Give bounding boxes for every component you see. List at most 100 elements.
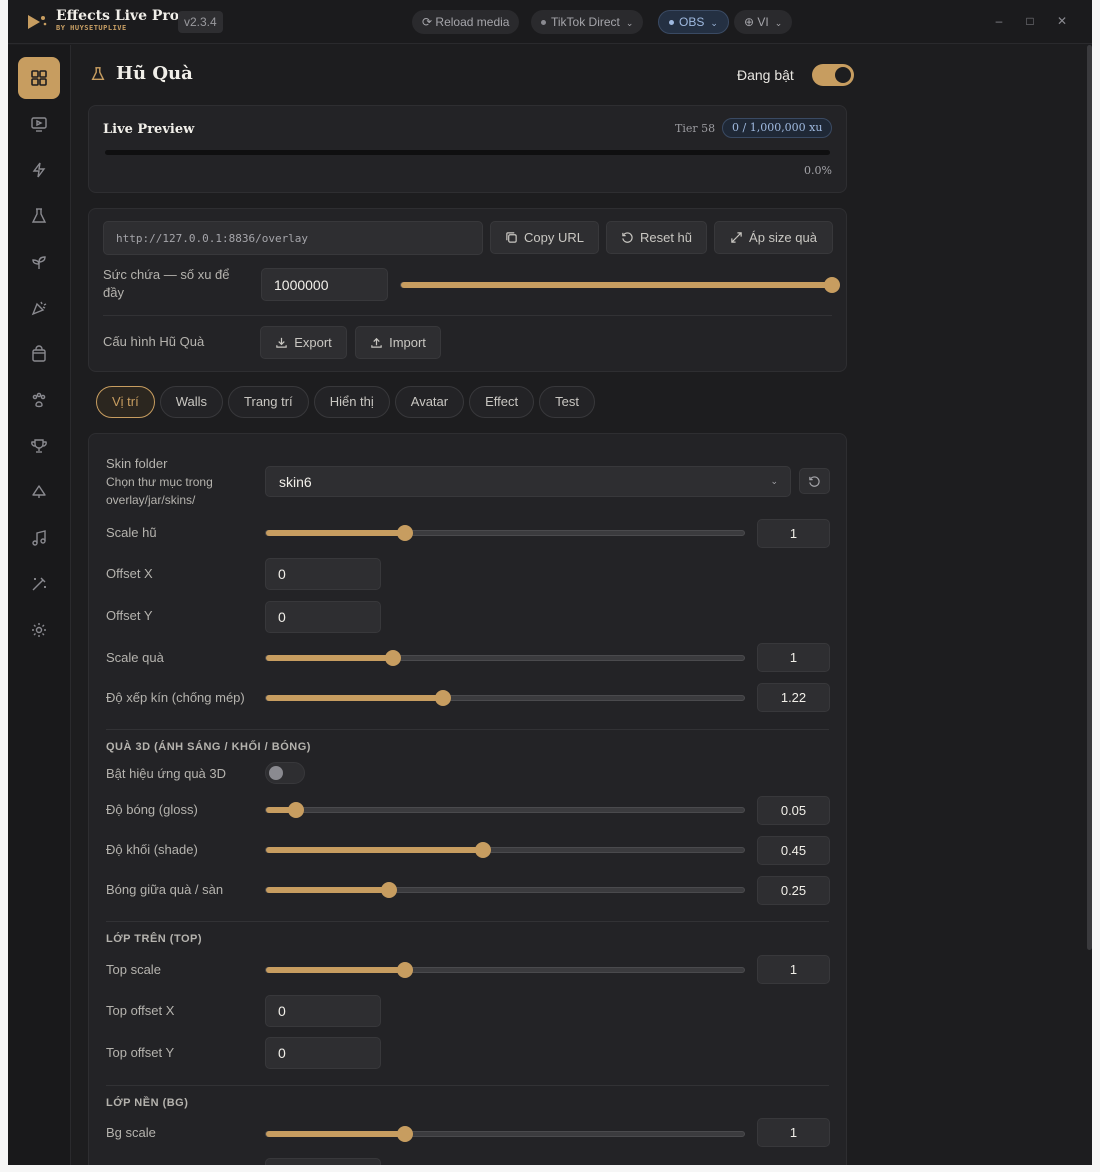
enabled-toggle[interactable]	[812, 64, 854, 86]
config-card: http://127.0.0.1:8836/overlay Copy URL R…	[88, 208, 847, 372]
export-label: Export	[294, 335, 332, 350]
nav-grow[interactable]	[18, 241, 60, 283]
flask-icon	[91, 66, 105, 80]
bg-layer-section-title: LỚP NỀN (BG)	[106, 1097, 189, 1109]
nav-settings[interactable]	[18, 609, 60, 651]
reload-media-button[interactable]: ⟳ Reload media	[412, 10, 520, 34]
scale-gift-value[interactable]: 1	[757, 643, 830, 672]
scrollbar[interactable]	[1087, 45, 1092, 950]
pack-density-slider[interactable]	[265, 690, 745, 706]
skin-folder-select[interactable]: skin6 ⌄	[265, 466, 791, 497]
slider-thumb[interactable]	[824, 277, 840, 293]
status-dot-icon	[669, 20, 674, 26]
upload-icon	[371, 337, 382, 348]
skin-folder-label: Skin folder	[106, 456, 168, 471]
page-title: Hũ Quà	[116, 63, 193, 84]
top-scale-slider[interactable]	[265, 962, 745, 978]
nav-effects[interactable]	[18, 149, 60, 191]
scale-jar-slider[interactable]	[265, 525, 745, 541]
slider-thumb[interactable]	[434, 690, 451, 706]
slider-thumb[interactable]	[396, 1126, 413, 1142]
close-icon[interactable]: ✕	[1055, 14, 1069, 28]
divider	[106, 921, 829, 922]
download-icon	[276, 337, 287, 348]
nav-monitor[interactable]	[18, 103, 60, 145]
tab-decoration[interactable]: Trang trí	[228, 386, 309, 418]
nav-music[interactable]	[18, 517, 60, 559]
tab-test[interactable]: Test	[539, 386, 595, 418]
bg-scale-value[interactable]: 1	[757, 1118, 830, 1147]
reset-jar-label: Reset hũ	[639, 230, 693, 245]
top-offset-y-label: Top offset Y	[106, 1045, 175, 1060]
nav-trophy[interactable]	[18, 425, 60, 467]
gloss-slider[interactable]	[265, 802, 745, 818]
maximize-icon[interactable]: □	[1023, 14, 1037, 28]
chevron-down-icon: ⌄	[774, 17, 783, 28]
gift-3d-toggle[interactable]	[265, 762, 305, 784]
slider-thumb[interactable]	[384, 650, 401, 666]
slider-thumb[interactable]	[474, 842, 491, 858]
top-scale-value[interactable]: 1	[757, 955, 830, 984]
scale-jar-value[interactable]: 1	[757, 519, 830, 548]
tab-display[interactable]: Hiển thị	[313, 386, 390, 418]
bg-scale-slider[interactable]	[265, 1126, 745, 1142]
tab-position[interactable]: Vị trí	[96, 386, 155, 418]
import-button[interactable]: Import	[355, 326, 441, 359]
tab-avatar[interactable]: Avatar	[394, 386, 465, 418]
copy-url-button[interactable]: Copy URL	[490, 221, 599, 254]
gloss-value[interactable]: 0.05	[757, 796, 830, 825]
capacity-slider[interactable]	[400, 277, 840, 293]
slider-fill	[266, 695, 443, 701]
magic-wand-icon	[32, 577, 46, 591]
floor-shadow-value[interactable]: 0.25	[757, 876, 830, 905]
pack-density-value[interactable]: 1.22	[757, 683, 830, 712]
chevron-down-icon: ⌄	[770, 476, 778, 486]
slider-thumb[interactable]	[288, 802, 305, 818]
nav-magic[interactable]	[18, 563, 60, 605]
scale-jar-label: Scale hũ	[106, 525, 157, 540]
top-offset-x-label: Top offset X	[106, 1003, 175, 1018]
enabled-label: Đang bật	[737, 67, 794, 83]
capacity-input[interactable]: 1000000	[261, 268, 388, 301]
slider-thumb[interactable]	[381, 882, 398, 898]
paw-icon	[32, 392, 46, 408]
nav-cloud[interactable]	[18, 471, 60, 513]
bg-offset-x-input[interactable]	[265, 1158, 381, 1165]
slider-fill	[266, 530, 405, 536]
tiktok-direct-dropdown[interactable]: TikTok Direct ⌄	[531, 10, 644, 34]
progress-track	[105, 150, 830, 155]
refresh-skins-button[interactable]	[799, 468, 830, 494]
floor-shadow-slider[interactable]	[265, 882, 745, 898]
overlay-url-input[interactable]: http://127.0.0.1:8836/overlay	[103, 221, 483, 255]
reload-media-label: Reload media	[435, 15, 510, 29]
scale-gift-slider[interactable]	[265, 650, 745, 666]
reset-jar-button[interactable]: Reset hũ	[606, 221, 707, 254]
tab-effect[interactable]: Effect	[469, 386, 535, 418]
slider-thumb[interactable]	[396, 525, 413, 541]
rotate-ccw-icon	[622, 232, 633, 243]
shade-value[interactable]: 0.45	[757, 836, 830, 865]
nav-shop[interactable]	[18, 333, 60, 375]
language-dropdown[interactable]: ⊕ VI ⌄	[734, 10, 793, 34]
offset-y-input[interactable]: 0	[265, 601, 381, 633]
position-settings-card: Skin folder Chọn thư mục trong overlay/j…	[88, 433, 847, 1165]
tab-walls[interactable]: Walls	[159, 386, 224, 418]
flask-icon	[31, 208, 47, 223]
nav-dashboard[interactable]	[18, 57, 60, 99]
offset-x-input[interactable]: 0	[265, 558, 381, 590]
toggle-knob	[835, 67, 851, 83]
shade-slider[interactable]	[265, 842, 745, 858]
slider-thumb[interactable]	[396, 962, 413, 978]
monitor-play-icon	[31, 117, 47, 132]
minimize-icon[interactable]: –	[992, 14, 1006, 28]
nav-party[interactable]	[18, 287, 60, 329]
shopping-bag-icon	[32, 345, 46, 362]
obs-dropdown[interactable]: OBS ⌄	[658, 10, 729, 34]
apply-gift-size-button[interactable]: Áp size quà	[714, 221, 833, 254]
nav-pets[interactable]	[18, 379, 60, 421]
toggle-knob	[269, 766, 283, 780]
export-button[interactable]: Export	[260, 326, 347, 359]
nav-gift-jar[interactable]	[18, 195, 60, 237]
top-offset-x-input[interactable]: 0	[265, 995, 381, 1027]
top-offset-y-input[interactable]: 0	[265, 1037, 381, 1069]
